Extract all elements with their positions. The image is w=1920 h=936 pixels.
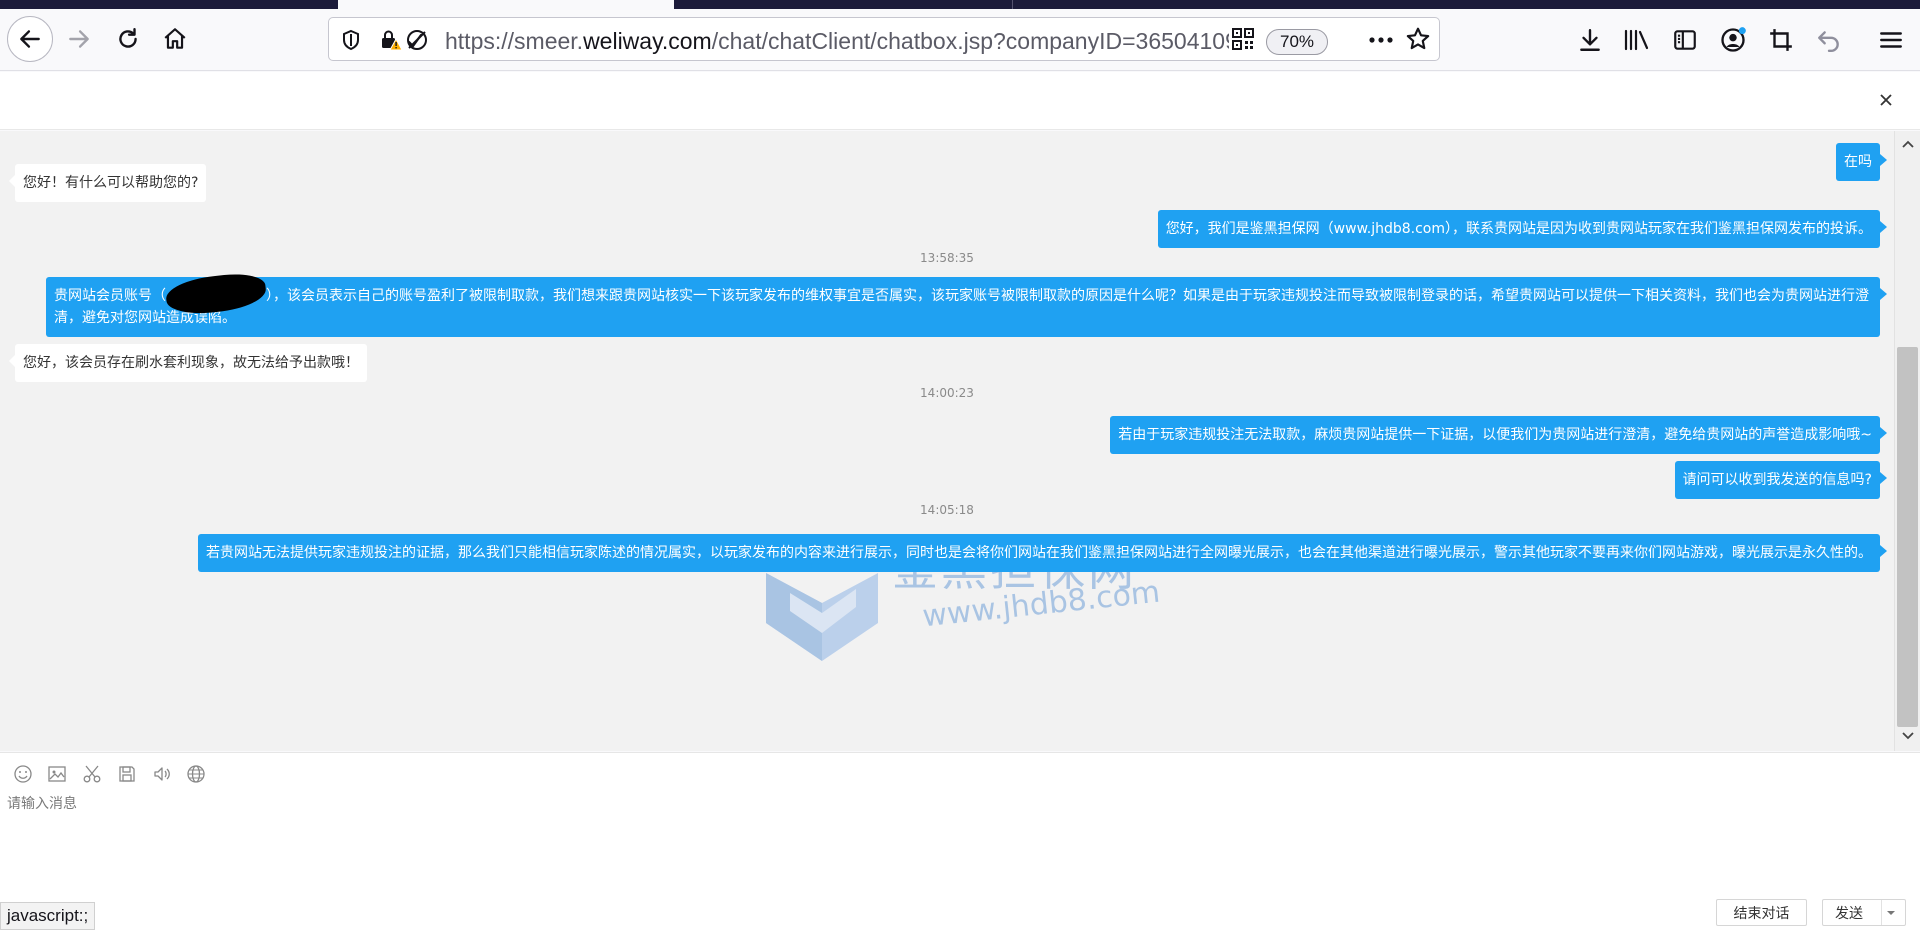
download-icon[interactable] [1575,25,1605,55]
message-incoming: 您好！有什么可以帮助您的? [8,164,207,202]
speaker-icon[interactable] [149,761,175,787]
chevron-down-icon [1902,732,1914,740]
image-icon[interactable] [44,761,70,787]
caret-down-icon [1886,910,1895,915]
home-icon [164,28,186,49]
message-outgoing: 请问可以收到我发送的信息吗? [1674,461,1888,499]
scroll-up-button[interactable] [1899,135,1917,153]
zoom-level-badge[interactable]: 70% [1266,29,1328,55]
redacted-account [164,270,268,318]
message-timestamp: 13:58:35 [920,251,974,265]
message-incoming: 您好，该会员存在刷水套利现象，故无法给予出款哦！ [9,344,367,382]
url-domain: weliway.com [583,28,712,54]
close-chat-button[interactable] [1874,88,1898,112]
message-list[interactable]: 鉴黑担保网 www.jhdb8.com 在吗 您好！有什么可以帮助您的? 您好，… [0,131,1894,751]
shield-icon[interactable] [339,28,363,52]
save-icon[interactable] [114,761,140,787]
more-icon[interactable] [1366,28,1396,52]
url-actions-area: 70% [1229,20,1431,58]
message-composer: 结束对话 发送 [0,752,1920,936]
undo-icon[interactable] [1814,25,1844,55]
message-outgoing: 您好，我们是鉴黑担保网（www.jhdb8.com），联系贵网站是因为收到贵网站… [1157,210,1888,248]
screenshot-icon[interactable] [1766,25,1796,55]
tracking-icon[interactable] [405,28,429,52]
watermark-url: www.jhdb8.com [920,574,1162,635]
message-outgoing: 贵网站会员账号（ ），该会员表示自己的账号盈利了被限制取款，我们想来跟贵网站核实一… [46,270,1887,337]
bookmark-star-icon[interactable] [1405,26,1431,52]
reload-icon [119,28,137,48]
lock-warning-icon[interactable] [379,28,403,52]
navigation-toolbar: https://smeer.weliway.com/chat/chatClien… [0,9,1920,71]
message-outgoing: 若贵网站无法提供玩家违规投注的证据，那么我们只能相信玩家陈述的情况属实，以玩家发… [198,534,1887,572]
url-prefix: https://smeer. [445,28,584,54]
sidebar-icon[interactable] [1670,25,1700,55]
scissors-icon[interactable] [79,761,105,787]
back-arrow-icon [20,30,40,48]
send-button[interactable]: 发送 [1822,899,1906,926]
forward-arrow-icon [69,30,89,48]
menu-icon[interactable] [1876,25,1906,55]
forward-button[interactable] [56,16,102,62]
send-options-dropdown[interactable] [1881,900,1899,925]
globe-icon[interactable] [183,761,209,787]
active-tab[interactable] [338,0,674,9]
emoji-icon[interactable] [10,761,36,787]
tab-separator [1012,0,1013,9]
account-icon[interactable] [1718,25,1748,55]
qr-code-icon[interactable] [1231,27,1255,51]
end-conversation-button[interactable]: 结束对话 [1716,899,1807,926]
home-button[interactable] [152,16,198,62]
message-scrollbar[interactable] [1894,131,1920,751]
scroll-down-button[interactable] [1899,727,1917,745]
message-outgoing: 若由于玩家违规投注无法取款，麻烦贵网站提供一下证据，以便我们为贵网站进行澄清，避… [1110,416,1887,454]
library-icon[interactable] [1622,25,1652,55]
message-timestamp: 14:00:23 [920,386,974,400]
url-bar[interactable]: https://smeer.weliway.com/chat/chatClien… [328,17,1440,61]
tab-strip [0,0,1920,9]
url-path: /chat/chatClient/chatbox.jsp?companyID=3… [711,28,1238,54]
message-timestamp: 14:05:18 [920,503,974,517]
chat-header [0,72,1920,130]
chevron-up-icon [1902,140,1914,148]
scrollbar-thumb[interactable] [1897,347,1918,727]
browser-status-bar: javascript:; [0,902,96,930]
message-input[interactable] [4,789,1904,889]
send-label: 发送 [1835,905,1863,922]
reload-button[interactable] [105,16,151,62]
back-button[interactable] [7,16,53,62]
close-icon [1880,94,1892,106]
message-outgoing: 在吗 [1836,143,1887,181]
